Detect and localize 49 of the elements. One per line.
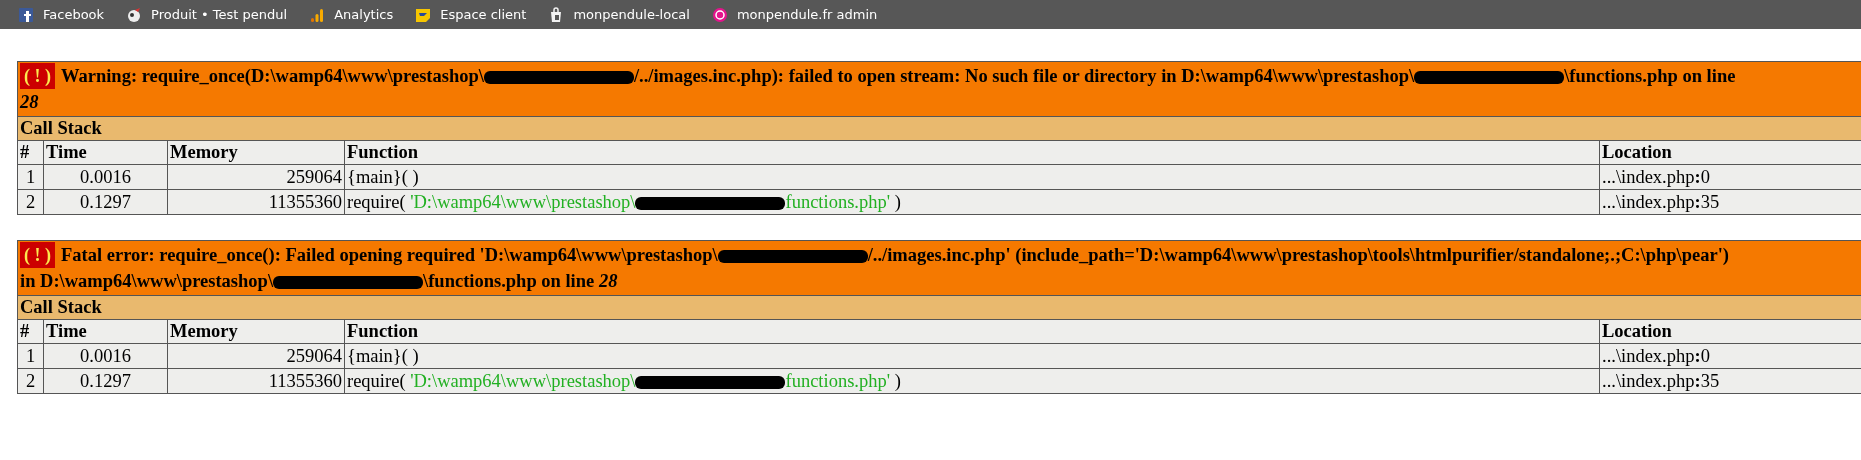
column-header: Function (344, 319, 1600, 344)
column-header: Time (43, 140, 168, 165)
bookmark-link[interactable]: monpendule-local (548, 6, 690, 23)
table-cell: ...\index.php:35 (1599, 189, 1861, 215)
flag-icon (415, 6, 432, 23)
table-cell: 0.0016 (43, 164, 168, 190)
column-header: Memory (167, 140, 345, 165)
error-message: ( ! ) Fatal error: require_once(): Failed opening required 'D:\wamp64\www\prestashop\ /../images.inc.php' (include_path='D:\wamp64\www\prestashop\tools\htmlpurifier/standalone;.;C:\php\pear') (20, 242, 1861, 268)
table-cell: require( 'D:\wamp64\www\prestashop\ functions.php' ) (344, 189, 1600, 215)
table-cell: ...\index.php:35 (1599, 368, 1861, 394)
table-cell: 259064 (167, 164, 345, 190)
table-cell: {main}( ) (344, 343, 1600, 369)
call-stack-header: Call Stack (17, 116, 1861, 141)
column-header: Time (43, 319, 168, 344)
bookmark-link[interactable]: Analytics (309, 6, 394, 23)
table-cell: 1 (17, 164, 44, 190)
bird-icon (126, 6, 143, 23)
error-message: 28 (20, 91, 40, 114)
error-message: in D:\wamp64\www\prestashop\ \functions.php on line 28 (20, 270, 619, 293)
error-symbol: ( ! ) (20, 242, 55, 268)
column-header: # (17, 140, 44, 165)
column-header: Location (1599, 319, 1861, 344)
column-header: Memory (167, 319, 345, 344)
bookmark-link[interactable]: Facebook (18, 6, 105, 23)
circle-icon (711, 6, 728, 23)
table-cell: 11355360 (167, 189, 345, 215)
table-cell: 0.0016 (43, 343, 168, 369)
call-stack-header: Call Stack (17, 295, 1861, 320)
table-cell: {main}( ) (344, 164, 1600, 190)
table-cell: 2 (17, 189, 44, 215)
error-symbol: ( ! ) (20, 63, 55, 89)
table-cell: 1 (17, 343, 44, 369)
column-header: Location (1599, 140, 1861, 165)
column-header: Function (344, 140, 1600, 165)
bar-chart-icon (309, 6, 326, 23)
bookmark-link[interactable]: Espace client (415, 6, 527, 23)
error-message: ( ! ) Warning: require_once(D:\wamp64\www\prestashop\ /../images.inc.php): failed to open stream: No such file or directory in D:\wamp64\www\prestashop\ \functions.php on line (20, 63, 1861, 89)
table-cell: 2 (17, 368, 44, 394)
table-cell: 0.1297 (43, 368, 168, 394)
table-cell: ...\index.php:0 (1599, 164, 1861, 190)
table-cell: 0.1297 (43, 189, 168, 215)
column-header: # (17, 319, 44, 344)
table-cell: 11355360 (167, 368, 345, 394)
bookmark-link[interactable]: monpendule.fr admin (711, 6, 878, 23)
table-cell: 259064 (167, 343, 345, 369)
bookmark-link[interactable]: Produit • Test pendul (126, 6, 288, 23)
table-cell: require( 'D:\wamp64\www\prestashop\ functions.php' ) (344, 368, 1600, 394)
table-cell: ...\index.php:0 (1599, 343, 1861, 369)
square-icon (18, 6, 34, 23)
